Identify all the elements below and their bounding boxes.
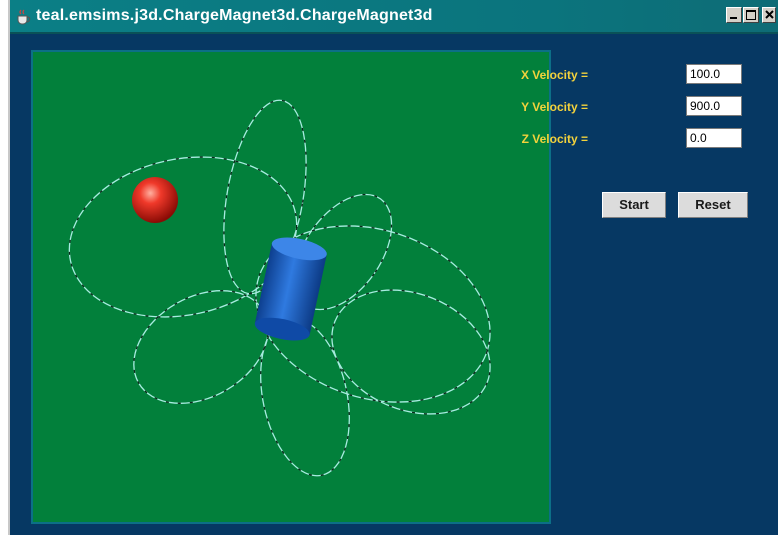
window-title: teal.emsims.j3d.ChargeMagnet3d.ChargeMag… bbox=[36, 7, 433, 24]
minimize-button[interactable] bbox=[726, 7, 742, 23]
z-velocity-label: Z Velocity = bbox=[521, 132, 588, 146]
close-icon bbox=[765, 10, 774, 19]
red-charge-sphere[interactable] bbox=[132, 177, 178, 223]
3d-scene-canvas[interactable] bbox=[31, 50, 551, 524]
reset-button[interactable]: Reset bbox=[678, 192, 748, 218]
close-button[interactable] bbox=[762, 7, 776, 23]
blue-bar-magnet[interactable] bbox=[253, 233, 329, 344]
title-bar[interactable]: teal.emsims.j3d.ChargeMagnet3d.ChargeMag… bbox=[10, 0, 778, 34]
z-velocity-input[interactable] bbox=[686, 128, 742, 148]
x-velocity-label: X Velocity = bbox=[520, 68, 588, 82]
maximize-button[interactable] bbox=[743, 7, 759, 23]
java-coffee-cup-icon bbox=[14, 8, 32, 26]
x-velocity-input[interactable] bbox=[686, 64, 742, 84]
application-window: teal.emsims.j3d.ChargeMagnet3d.ChargeMag… bbox=[8, 0, 778, 535]
start-button[interactable]: Start bbox=[602, 192, 666, 218]
scene-graphics bbox=[68, 99, 491, 477]
y-velocity-input[interactable] bbox=[686, 96, 742, 116]
y-velocity-label: Y Velocity = bbox=[521, 100, 588, 114]
